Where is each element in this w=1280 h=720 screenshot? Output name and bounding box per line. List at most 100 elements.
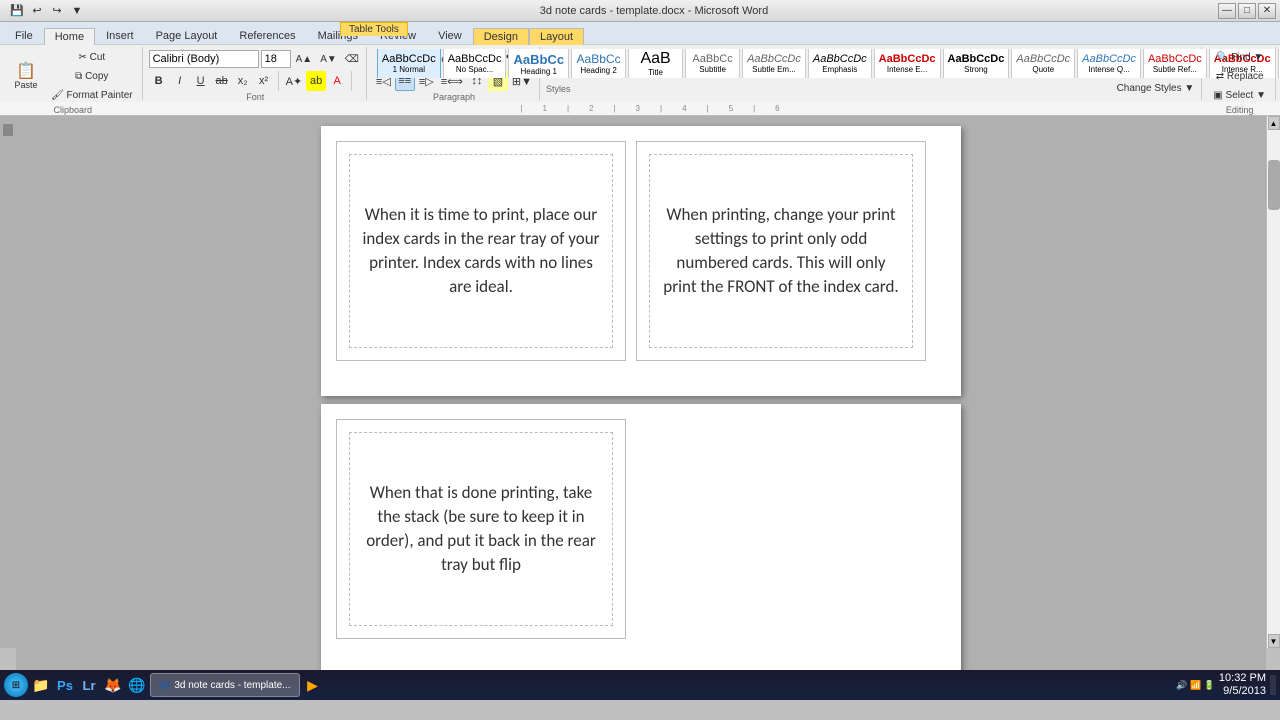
taskbar-right: 🔊 📶 🔋 10:32 PM 9/5/2013 (1176, 672, 1276, 698)
vertical-scrollbar[interactable]: ▲ ▼ (1266, 116, 1280, 648)
title-bar: 💾 ↩ ↪ ▼ 3d note cards - template.docx - … (0, 0, 1280, 22)
taskbar-firefox[interactable]: 🦊 (102, 674, 124, 696)
taskbar-time: 10:32 PM (1219, 672, 1266, 685)
shrink-font-btn[interactable]: A▼ (317, 49, 340, 69)
style-intense-q[interactable]: AaBbCcDc Intense Q... (1077, 49, 1141, 78)
copy-btn[interactable]: ⧉ Copy (46, 68, 138, 85)
style-subtle-em[interactable]: AaBbCcDc Subtle Em... (742, 49, 806, 78)
index-card-1-text[interactable]: When it is time to print, place our inde… (352, 193, 610, 308)
format-painter-btn[interactable]: 🖌 Format Painter (46, 87, 138, 104)
taskbar-lightroom[interactable]: Lr (78, 674, 100, 696)
left-margin-handle[interactable] (3, 124, 13, 136)
tab-home[interactable]: Home (44, 28, 95, 45)
tab-view[interactable]: View (427, 27, 473, 44)
scroll-up-btn[interactable]: ▲ (1268, 116, 1280, 130)
minimize-btn[interactable]: — (1218, 3, 1236, 19)
replace-btn[interactable]: ⇄ Replace (1211, 68, 1269, 85)
taskbar-explorer[interactable]: 📁 (30, 674, 52, 696)
style-subtle-ref[interactable]: AaBbCcDc Subtle Ref... (1143, 49, 1207, 78)
tab-layout[interactable]: Layout (529, 28, 584, 45)
taskbar-photoshop[interactable]: Ps (54, 674, 76, 696)
close-btn[interactable]: ✕ (1258, 3, 1276, 19)
tab-insert[interactable]: Insert (95, 27, 145, 44)
ribbon-content: 📋 Paste ✂ Cut ⧉ Copy 🖌 Format Painter Cl… (0, 44, 1280, 102)
show-desktop-btn[interactable] (1270, 675, 1276, 695)
find-btn[interactable]: 🔍 Find ▼ (1211, 49, 1268, 66)
italic-btn[interactable]: I (170, 71, 190, 91)
main-content-area: When it is time to print, place our inde… (0, 116, 1280, 648)
font-size-input[interactable] (261, 50, 291, 68)
taskbar-media[interactable]: ▶ (302, 674, 324, 696)
style-normal[interactable]: AaBbCcDc 1 Normal (377, 49, 441, 78)
ruler: | 1 | 2 | 3 | 4 | 5 | 6 (0, 102, 1280, 116)
qat-dropdown[interactable]: ▼ (68, 2, 86, 20)
document-area[interactable]: When it is time to print, place our inde… (16, 116, 1266, 680)
title-bar-text: 3d note cards - template.docx - Microsof… (90, 5, 1218, 17)
taskbar-chrome[interactable]: 🌐 (126, 674, 148, 696)
word-taskbar-label: 3d note cards - template... (174, 680, 290, 691)
font-label: Font (246, 92, 264, 102)
bold-btn[interactable]: B (149, 71, 169, 91)
cut-btn[interactable]: ✂ Cut (46, 49, 138, 66)
style-title[interactable]: AaB Title (628, 49, 683, 78)
paste-btn[interactable]: 📋 Paste (8, 55, 44, 99)
tab-file[interactable]: File (4, 27, 44, 44)
superscript-btn[interactable]: x² (254, 71, 274, 91)
underline-btn[interactable]: U (191, 71, 211, 91)
scroll-down-btn[interactable]: ▼ (1268, 634, 1280, 648)
ribbon-group-editing: 🔍 Find ▼ ⇄ Replace ▣ Select ▼ Editing (1204, 47, 1276, 100)
tab-design[interactable]: Design (473, 28, 529, 45)
tab-references[interactable]: References (228, 27, 306, 44)
strikethrough-btn[interactable]: ab (212, 71, 232, 91)
grow-font-btn[interactable]: A▲ (293, 49, 316, 69)
index-card-3[interactable]: When that is done printing, take the sta… (336, 419, 626, 639)
ribbon-wrapper: Table Tools File Home Insert Page Layout… (0, 22, 1280, 102)
clipboard-label: Clipboard (54, 105, 93, 115)
taskbar: ⊞ 📁 Ps Lr 🦊 🌐 W 3d note cards - template… (0, 670, 1280, 700)
paste-icon: 📋 (16, 64, 36, 80)
quick-access-toolbar: 💾 ↩ ↪ ▼ (4, 2, 90, 20)
style-quote[interactable]: AaBbCcDc Quote (1011, 49, 1075, 78)
style-no-spacing[interactable]: AaBbCcDc No Spac... (443, 49, 507, 78)
index-card-2[interactable]: When printing, change your print setting… (636, 141, 926, 361)
page-1: When it is time to print, place our inde… (321, 126, 961, 396)
undo-qat-btn[interactable]: ↩ (28, 2, 46, 20)
start-button[interactable]: ⊞ (4, 673, 28, 697)
table-tools-label: Table Tools (340, 22, 408, 36)
maximize-btn[interactable]: □ (1238, 3, 1256, 19)
ribbon-group-font: A▲ A▼ ⌫ B I U ab x₂ x² A✦ ab (145, 47, 367, 100)
redo-qat-btn[interactable]: ↪ (48, 2, 66, 20)
ribbon-tabs: File Home Insert Page Layout References … (0, 22, 1280, 44)
clear-formatting-btn[interactable]: ⌫ (342, 49, 362, 69)
save-qat-btn[interactable]: 💾 (8, 2, 26, 20)
font-color-btn[interactable]: A (327, 71, 347, 91)
title-bar-buttons: — □ ✕ (1218, 3, 1276, 19)
style-subtitle[interactable]: AaBbCc Subtitle (685, 49, 740, 78)
style-intense-e[interactable]: AaBbCcDc Intense E... (874, 49, 941, 78)
page-2: When that is done printing, take the sta… (321, 404, 961, 674)
select-btn[interactable]: ▣ Select ▼ (1208, 87, 1271, 104)
title-bar-left: 💾 ↩ ↪ ▼ (4, 2, 90, 20)
styles-label: Styles (546, 84, 571, 94)
editing-label: Editing (1226, 105, 1254, 115)
ribbon-group-styles: AaBbCcDc 1 Normal AaBbCcDc No Spac... Aa… (542, 47, 1202, 100)
index-card-1[interactable]: When it is time to print, place our inde… (336, 141, 626, 361)
index-card-3-text[interactable]: When that is done printing, take the sta… (352, 471, 610, 586)
paragraph-label: Paragraph (433, 92, 475, 102)
tab-page-layout[interactable]: Page Layout (145, 27, 229, 44)
subscript-btn[interactable]: x₂ (233, 71, 253, 91)
taskbar-word[interactable]: W 3d note cards - template... (150, 673, 300, 697)
style-emphasis[interactable]: AaBbCcDc Emphasis (808, 49, 872, 78)
highlight-btn[interactable]: ab (306, 71, 326, 91)
index-card-2-text[interactable]: When printing, change your print setting… (652, 193, 910, 308)
style-heading2[interactable]: AaBbCc Heading 2 (571, 49, 626, 78)
style-strong[interactable]: AaBbCcDc Strong (943, 49, 1010, 78)
taskbar-date: 9/5/2013 (1223, 685, 1266, 698)
change-styles-btn[interactable]: Change Styles ▼ (1114, 78, 1198, 98)
style-heading1[interactable]: AaBbCc Heading 1 (508, 49, 569, 78)
text-effects-btn[interactable]: A✦ (283, 71, 306, 91)
ribbon-group-clipboard: 📋 Paste ✂ Cut ⧉ Copy 🖌 Format Painter Cl… (4, 47, 143, 100)
word-icon: W (159, 678, 170, 692)
scroll-thumb[interactable] (1268, 160, 1280, 210)
font-name-input[interactable] (149, 50, 259, 68)
